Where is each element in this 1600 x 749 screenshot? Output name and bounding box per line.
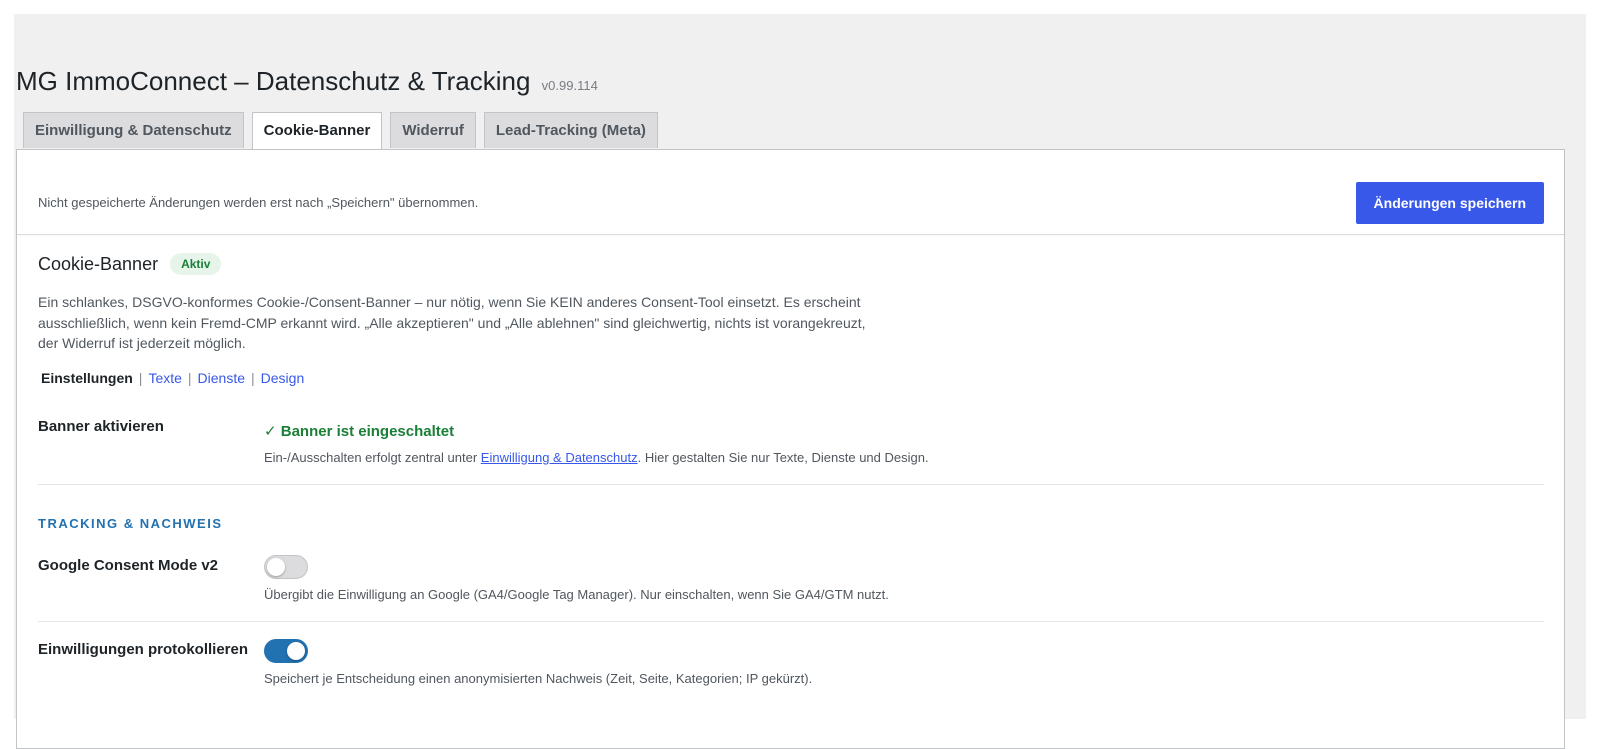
subnav-separator: | [187,370,192,386]
subnav-item-dienste[interactable]: Dienste [198,370,245,386]
tab-lead-tracking[interactable]: Lead-Tracking (Meta) [483,112,658,148]
section-title: Cookie-Banner [38,253,159,274]
tab-widerruf[interactable]: Widerruf [390,112,476,148]
consent-mode-toggle[interactable] [264,555,308,579]
page-title-text: MG ImmoConnect – Datenschutz & Tracking [16,66,531,96]
log-consents-toggle[interactable] [264,639,308,663]
settings-panel: Nicht gespeicherte Änderungen werden ers… [16,149,1565,749]
subnav-item-texte[interactable]: Texte [148,370,181,386]
section-header: Cookie-Banner Aktiv [38,253,222,275]
consent-mode-help: Übergibt die Einwilligung an Google (GA4… [264,587,889,602]
banner-activate-label: Banner aktivieren [38,418,164,435]
subnav-item-einstellungen[interactable]: Einstellungen [41,370,133,386]
section-description: Ein schlankes, DSGVO-konformes Cookie-/C… [38,294,866,351]
save-bar: Nicht gespeicherte Änderungen werden ers… [17,150,1564,235]
toggle-knob [287,642,305,660]
status-badge: Aktiv [170,253,222,275]
log-consents-help: Speichert je Entscheidung einen anonymis… [264,671,813,686]
unsaved-changes-note: Nicht gespeicherte Änderungen werden ers… [38,195,479,210]
tab-bar: Einwilligung & Datenschutz Cookie-Banner… [23,112,658,150]
subnav-separator: | [251,370,255,386]
banner-help-text: Ein-/Ausschalten erfolgt zentral unter E… [264,450,929,465]
page-title: MG ImmoConnect – Datenschutz & Tracking … [16,66,598,97]
subnav-item-design[interactable]: Design [261,370,305,386]
sub-navigation: Einstellungen | Texte | Dienste | Design [41,370,304,386]
toggle-knob [267,558,285,576]
einwilligung-datenschutz-link[interactable]: Einwilligung & Datenschutz [481,450,638,465]
tracking-section-heading: TRACKING & NACHWEIS [38,516,223,531]
tab-cookie-banner[interactable]: Cookie-Banner [251,112,383,150]
consent-mode-label: Google Consent Mode v2 [38,557,219,574]
save-changes-button[interactable]: Änderungen speichern [1355,182,1544,224]
row-divider [38,621,1544,622]
banner-help-before: Ein-/Ausschalten erfolgt zentral unter [264,450,481,465]
subnav-separator: | [138,370,143,386]
version-label: v0.99.114 [541,78,598,93]
banner-help-after: . Hier gestalten Sie nur Texte, Dienste … [637,450,929,465]
log-consents-label: Einwilligungen protokollieren [38,641,249,658]
banner-status-text: ✓ Banner ist eingeschaltet [264,423,455,440]
row-divider [38,484,1544,485]
tab-einwilligung-datenschutz[interactable]: Einwilligung & Datenschutz [23,112,244,148]
